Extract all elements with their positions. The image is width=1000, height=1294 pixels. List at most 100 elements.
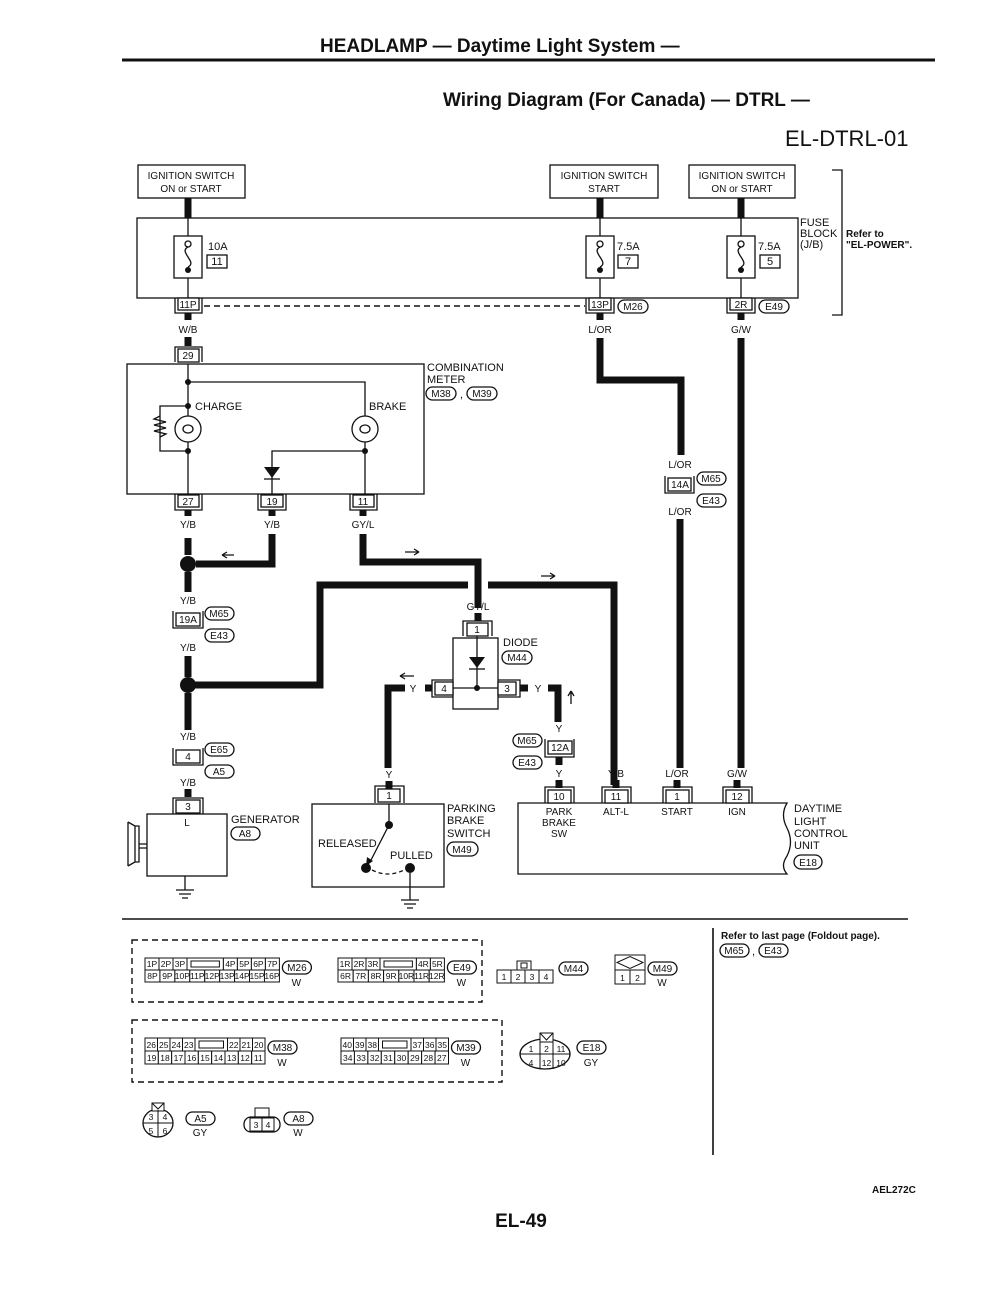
diode-m44: 1 4 3: [431, 620, 521, 710]
svg-text:COMBINATION: COMBINATION: [427, 362, 504, 374]
pin-label: 25: [159, 1040, 169, 1050]
pin-label: 3R: [368, 959, 379, 969]
svg-text:START: START: [661, 807, 693, 818]
brake-lamp-icon: [351, 415, 379, 443]
svg-text:IGNITION SWITCH: IGNITION SWITCH: [148, 171, 235, 182]
svg-text:Y: Y: [556, 724, 563, 735]
connector-a8: A8: [239, 829, 252, 840]
ground-icon: [176, 889, 194, 899]
diagram-subtitle: Wiring Diagram (For Canada) — DTRL —: [443, 90, 810, 111]
ignition-switch-box-2: IGNITION SWITCH START: [549, 164, 659, 199]
generator-label: GENERATOR: [231, 814, 300, 826]
connector-e49: E49: [765, 302, 783, 313]
wire-yb-19: [196, 534, 276, 568]
svg-text:ON or START: ON or START: [160, 184, 221, 195]
pin-label: 35: [438, 1040, 448, 1050]
connector-color: W: [657, 978, 667, 989]
connector-view-a5: 3 45 6 A5 GY: [142, 1102, 216, 1139]
pin-label: 2: [516, 972, 521, 982]
connector-e43-b: E43: [518, 758, 536, 769]
svg-text:GY/L: GY/L: [352, 520, 375, 531]
connector-e65: E65: [210, 745, 228, 756]
pin-label: 31: [383, 1053, 393, 1063]
svg-text:IGN: IGN: [728, 807, 746, 818]
connector-m38: M38: [431, 389, 451, 400]
pin-label: 14: [214, 1053, 224, 1063]
fuse-1-rating: 10A: [208, 241, 228, 253]
wire-label-wb: W/B: [179, 325, 198, 336]
wire-y-left: [384, 684, 405, 768]
unit-terminal-12: 12 IGN: [722, 786, 753, 818]
charge-lamp-label: CHARGE: [195, 401, 242, 413]
svg-text:L/OR: L/OR: [668, 507, 691, 518]
svg-text:Y: Y: [535, 684, 542, 695]
connector-view-e18: 1 2 11 4 12 10 E18 GY: [519, 1032, 607, 1070]
svg-text:BRAKE: BRAKE: [447, 815, 484, 827]
connector-color: W: [277, 1058, 287, 1069]
pin-label: 4: [266, 1120, 271, 1130]
svg-text:Y/B: Y/B: [180, 520, 196, 531]
joint-connector-14a: 14A: [664, 476, 695, 494]
pin-label: 2P: [161, 959, 172, 969]
pin-label: 4: [163, 1112, 168, 1122]
pin-label: 5R: [432, 959, 443, 969]
svg-text:12: 12: [731, 792, 743, 803]
connector-view-a8: 3 4 A8 W: [243, 1107, 314, 1139]
connector-m65-b: M65: [517, 736, 537, 747]
pin-label: 12: [240, 1053, 250, 1063]
connector-view-e49: 1R 2R 3R 4R 5R 6R 7R 8R 9R 10R 11R 12R E49 W: [337, 957, 478, 989]
pin-label: 30: [397, 1053, 407, 1063]
svg-text:(J/B): (J/B): [800, 239, 823, 251]
svg-text:1: 1: [386, 791, 392, 802]
svg-text:12A: 12A: [551, 743, 569, 754]
svg-text:14A: 14A: [671, 480, 689, 491]
connector-view-m38-id: M38: [273, 1043, 293, 1054]
pin-label: 1R: [340, 959, 351, 969]
pin-label: 3: [530, 972, 535, 982]
connector-m65-a: M65: [209, 609, 229, 620]
pin-label: 13P: [220, 971, 235, 981]
terminal-11-meter: 11: [349, 494, 378, 511]
svg-text:29: 29: [182, 351, 194, 362]
svg-text:PARK: PARK: [546, 807, 573, 818]
svg-text:UNIT: UNIT: [794, 840, 820, 852]
daytime-light-control-unit: 10 PARK BRAKE SW 11 ALT-L 1 START 12 IGN: [517, 786, 792, 875]
pin-label: 9P: [162, 971, 173, 981]
fuse-3-number: 5: [767, 256, 773, 268]
svg-text:4: 4: [185, 752, 191, 763]
arrow-left-icon: [221, 551, 234, 559]
svg-text:1: 1: [674, 792, 680, 803]
svg-text:PARKING: PARKING: [447, 803, 496, 815]
foldout-connector-m65: M65: [724, 946, 744, 957]
connector-color: W: [457, 978, 467, 989]
ground-icon-2: [401, 899, 419, 909]
svg-text:19A: 19A: [179, 615, 197, 626]
pin-label: 29: [410, 1053, 420, 1063]
connector-e43-c: E43: [702, 496, 720, 507]
svg-text:SW: SW: [551, 829, 568, 840]
pulley-icon: [127, 821, 140, 867]
pin-label: 18: [160, 1053, 170, 1063]
svg-text:Y: Y: [410, 684, 417, 695]
pin-label: 2: [544, 1044, 549, 1054]
pin-label: 11: [254, 1053, 263, 1063]
svg-text:27: 27: [182, 497, 194, 508]
fuse-2-rating: 7.5A: [617, 241, 640, 253]
pin-label: 11R: [414, 971, 429, 981]
wiring-diagram: HEADLAMP — Daytime Light System — Wiring…: [122, 36, 935, 1232]
connector-views: 1P 2P 3P 4P 5P 6P 7P 8P 9P 10P 11P 12P 13P 14P 15P 16P M…: [131, 939, 678, 1139]
svg-text:L/OR: L/OR: [665, 769, 688, 780]
pin-label: 21: [242, 1040, 252, 1050]
pin-label: 7R: [355, 971, 366, 981]
svg-text:ALT-L: ALT-L: [603, 807, 629, 818]
pin-label: 24: [172, 1040, 182, 1050]
foldout-connector-e43: E43: [764, 946, 782, 957]
joint-connector-12a: 12A: [544, 739, 575, 758]
svg-text:1: 1: [474, 625, 480, 636]
svg-text:2R: 2R: [735, 300, 748, 311]
connector-e18: E18: [799, 858, 817, 869]
pin-label: 3: [254, 1120, 259, 1130]
svg-text:13P: 13P: [591, 300, 609, 311]
svg-text:Y/B: Y/B: [264, 520, 280, 531]
svg-text:10: 10: [553, 792, 565, 803]
